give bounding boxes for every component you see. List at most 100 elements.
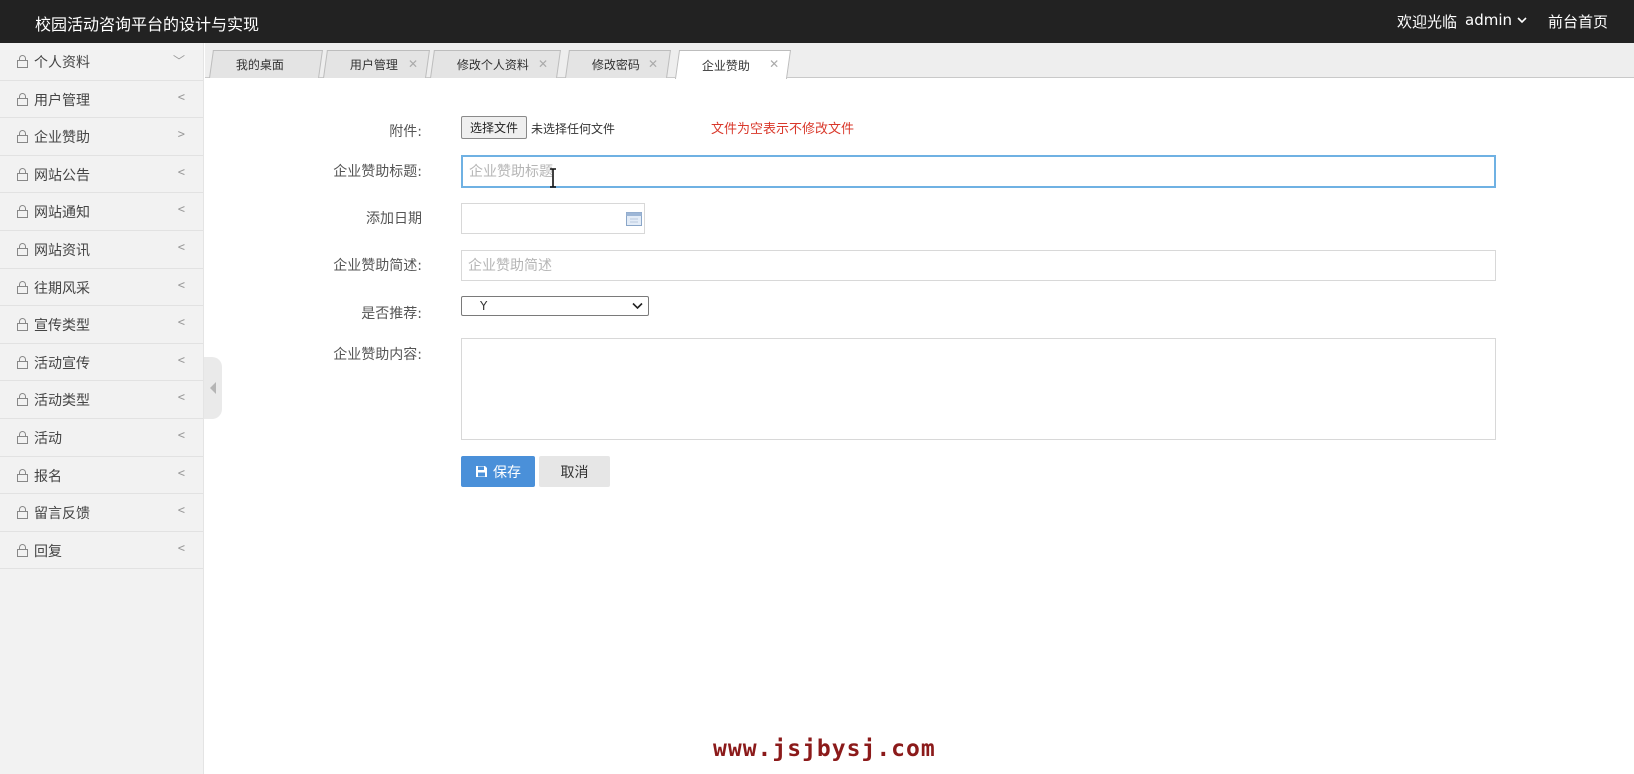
sidebar-item-announcements[interactable]: 网站公告 < bbox=[0, 156, 203, 194]
lock-icon bbox=[17, 92, 28, 106]
caret-left-icon bbox=[210, 382, 216, 394]
lock-icon bbox=[17, 393, 28, 407]
user-menu[interactable]: admin bbox=[1465, 11, 1528, 29]
recommend-label: 是否推荐: bbox=[361, 306, 422, 322]
watermark: www.jsjbysj.com bbox=[713, 736, 936, 762]
content-editor[interactable] bbox=[461, 338, 1496, 440]
chevron-left-icon: < bbox=[177, 427, 185, 442]
lock-icon bbox=[17, 243, 28, 256]
text-cursor-icon bbox=[550, 168, 556, 188]
recommend-select[interactable]: Y bbox=[461, 296, 649, 316]
chevron-left-icon: < bbox=[177, 503, 185, 518]
lock-icon bbox=[17, 318, 28, 332]
top-navbar: 校园活动咨询平台的设计与实现 欢迎光临 admin 前台首页 bbox=[0, 0, 1634, 43]
summary-input[interactable] bbox=[461, 250, 1496, 281]
sidebar: 个人资料 ﹀ 用户管理 < 企业赞助 > 网站公告 < 网站通知 < 网站资讯 < 往期风采… bbox=[0, 43, 204, 774]
attachment-label: 附件: bbox=[389, 124, 422, 140]
sidebar-item-replies[interactable]: 回复 < bbox=[0, 532, 203, 570]
title-label: 企业赞助标题: bbox=[333, 164, 422, 180]
lock-icon bbox=[17, 543, 28, 557]
chevron-left-icon: < bbox=[177, 465, 185, 480]
cancel-button[interactable]: 取消 bbox=[539, 456, 610, 487]
lock-icon bbox=[17, 431, 28, 444]
chevron-left-icon: < bbox=[177, 315, 185, 330]
file-status: 未选择任何文件 bbox=[531, 122, 616, 136]
tab-label: 我的桌面 bbox=[235, 58, 284, 72]
sidebar-item-past-highlights[interactable]: 往期风采 < bbox=[0, 269, 203, 307]
title-input[interactable] bbox=[461, 155, 1496, 188]
sidebar-item-label: 企业赞助 bbox=[34, 130, 90, 147]
lock-icon bbox=[17, 167, 28, 181]
date-input[interactable] bbox=[461, 203, 645, 234]
sidebar-item-label: 留言反馈 bbox=[34, 506, 90, 523]
tab-my-desktop[interactable]: 我的桌面 bbox=[209, 50, 323, 78]
lock-icon bbox=[17, 355, 28, 369]
chevron-down-icon bbox=[1517, 17, 1527, 24]
sidebar-item-news[interactable]: 网站资讯 < bbox=[0, 231, 203, 269]
sidebar-item-activities[interactable]: 活动 < bbox=[0, 419, 203, 457]
recommend-value: Y bbox=[480, 299, 488, 313]
sidebar-item-label: 活动类型 bbox=[34, 393, 90, 410]
sidebar-item-label: 网站通知 bbox=[34, 205, 90, 222]
sidebar-item-label: 活动宣传 bbox=[34, 355, 90, 372]
chevron-down-icon bbox=[632, 302, 643, 310]
choose-file-button[interactable]: 选择文件 bbox=[461, 116, 527, 139]
calendar-icon bbox=[626, 212, 642, 226]
sidebar-item-label: 回复 bbox=[34, 543, 62, 560]
sidebar-item-feedback[interactable]: 留言反馈 < bbox=[0, 494, 203, 532]
chevron-left-icon: < bbox=[177, 540, 185, 555]
lock-icon bbox=[17, 280, 28, 294]
sidebar-item-registration[interactable]: 报名 < bbox=[0, 457, 203, 495]
chevron-left-icon: < bbox=[177, 277, 185, 292]
chevron-left-icon: < bbox=[177, 89, 185, 104]
sidebar-item-label: 活动 bbox=[34, 430, 62, 447]
tab-bar: 我的桌面 用户管理 ✕ 修改个人资料 ✕ 修改密码 ✕ 企业赞助 ✕ bbox=[205, 43, 1634, 79]
sidebar-collapse-handle[interactable] bbox=[204, 357, 222, 419]
chevron-left-icon: < bbox=[177, 352, 185, 367]
chevron-left-icon: < bbox=[177, 164, 185, 179]
sidebar-item-label: 用户管理 bbox=[34, 92, 90, 109]
sidebar-item-profile[interactable]: 个人资料 ﹀ bbox=[0, 43, 203, 81]
tab-edit-profile[interactable]: 修改个人资料 ✕ bbox=[430, 50, 561, 78]
app-title: 校园活动咨询平台的设计与实现 bbox=[35, 15, 260, 34]
lock-icon bbox=[17, 468, 28, 482]
sidebar-item-label: 往期风采 bbox=[34, 280, 90, 297]
tab-change-password[interactable]: 修改密码 ✕ bbox=[565, 50, 671, 78]
save-button-label: 保存 bbox=[493, 464, 521, 481]
sidebar-item-users[interactable]: 用户管理 < bbox=[0, 81, 203, 119]
front-page-link[interactable]: 前台首页 bbox=[1548, 11, 1608, 32]
tab-enterprise-sponsorship[interactable]: 企业赞助 ✕ bbox=[674, 50, 792, 79]
username: admin bbox=[1465, 11, 1512, 29]
chevron-right-icon: > bbox=[177, 127, 185, 142]
lock-icon bbox=[17, 506, 28, 520]
sidebar-item-sponsorship[interactable]: 企业赞助 > bbox=[0, 118, 203, 156]
tab-user-management[interactable]: 用户管理 ✕ bbox=[323, 50, 430, 78]
sidebar-item-label: 个人资料 bbox=[34, 55, 90, 71]
sidebar-item-label: 报名 bbox=[34, 468, 62, 485]
close-icon[interactable]: ✕ bbox=[408, 57, 418, 71]
sidebar-item-label: 宣传类型 bbox=[34, 318, 90, 335]
close-icon[interactable]: ✕ bbox=[769, 57, 779, 71]
date-label: 添加日期 bbox=[366, 211, 422, 227]
sidebar-item-label: 网站公告 bbox=[34, 167, 90, 184]
welcome-text: 欢迎光临 bbox=[1397, 13, 1458, 31]
file-hint: 文件为空表示不修改文件 bbox=[711, 122, 855, 137]
chevron-left-icon: < bbox=[177, 239, 185, 254]
lock-icon bbox=[17, 55, 28, 68]
sidebar-item-notices[interactable]: 网站通知 < bbox=[0, 193, 203, 231]
floppy-disk-icon bbox=[476, 466, 487, 477]
close-icon[interactable]: ✕ bbox=[538, 57, 548, 71]
close-icon[interactable]: ✕ bbox=[648, 57, 658, 71]
summary-label: 企业赞助简述: bbox=[333, 258, 422, 274]
lock-icon bbox=[17, 130, 28, 144]
chevron-left-icon: < bbox=[177, 202, 185, 217]
save-button[interactable]: 保存 bbox=[461, 456, 535, 487]
sidebar-item-activity-promo[interactable]: 活动宣传 < bbox=[0, 344, 203, 382]
sidebar-item-activity-types[interactable]: 活动类型 < bbox=[0, 381, 203, 419]
sidebar-item-promo-types[interactable]: 宣传类型 < bbox=[0, 306, 203, 344]
chevron-left-icon: < bbox=[177, 390, 185, 405]
chevron-down-icon: ﹀ bbox=[172, 54, 185, 68]
content-label: 企业赞助内容: bbox=[333, 347, 422, 363]
sidebar-item-label: 网站资讯 bbox=[34, 242, 90, 259]
lock-icon bbox=[17, 205, 28, 219]
